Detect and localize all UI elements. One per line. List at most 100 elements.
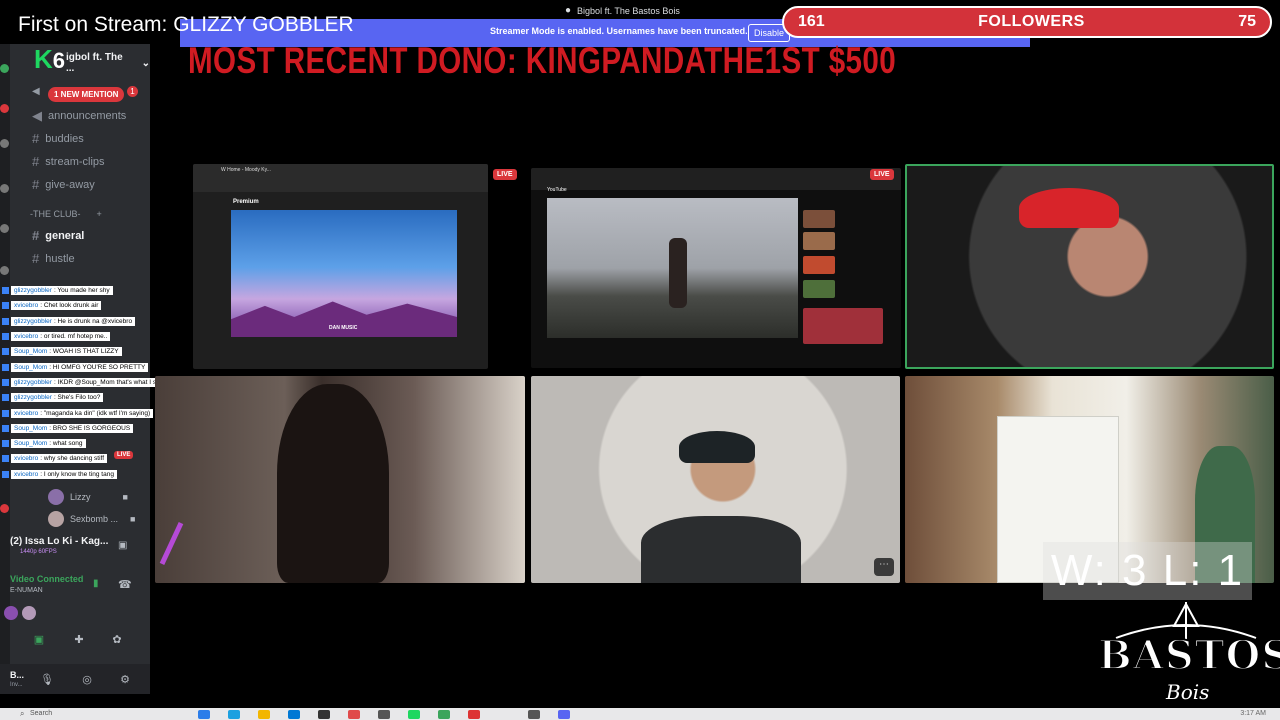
discord-logo-icon: ● <box>565 5 572 16</box>
new-mention-pill[interactable]: 1 NEW MENTION <box>48 87 125 102</box>
soundboard-icon[interactable]: ✿ <box>108 630 126 648</box>
channel-announcements[interactable]: ◀ announcements <box>32 108 126 124</box>
chat-message: xvicebro: or tired. mf hotep me.. <box>2 329 182 344</box>
app-icon[interactable] <box>228 710 240 719</box>
browser-toolbar: W Home - Moody Ky... <box>193 164 488 192</box>
app-icon[interactable] <box>288 710 300 719</box>
camera-icon: ■ <box>130 514 136 524</box>
badge-icon <box>2 363 9 371</box>
followers-left-count: 161 <box>798 13 825 30</box>
stream-quality: 1440p 60FPS <box>20 549 57 555</box>
badge-icon <box>2 287 9 295</box>
app-icon[interactable] <box>378 710 390 719</box>
logo-sub: Bois <box>1166 680 1210 704</box>
badge-icon <box>2 378 9 386</box>
chat-username: xvicebro <box>14 333 39 341</box>
discord-icon[interactable] <box>558 710 570 719</box>
chat-bubble: xvicebro: why she dancing stiff <box>11 454 108 464</box>
chat-username: glizzygobbler <box>14 287 52 295</box>
server-icon[interactable] <box>0 104 9 113</box>
app-icon[interactable] <box>528 710 540 719</box>
youtube-logo: YouTube <box>547 187 567 193</box>
badge-icon <box>2 348 9 356</box>
channel-buddies[interactable]: # buddies <box>32 131 84 146</box>
badge-icon <box>2 317 9 325</box>
taskbar-search[interactable]: Search <box>30 710 52 717</box>
chat-text: : She's Filo too? <box>53 394 101 402</box>
webcam-tile-girl[interactable] <box>155 376 525 583</box>
dancer <box>669 238 687 308</box>
server-icon[interactable] <box>0 504 9 513</box>
spotify-icon[interactable] <box>408 710 420 719</box>
chat-bubble: glizzygobbler: You made her shy <box>11 286 113 296</box>
folder-icon[interactable] <box>258 710 270 719</box>
recent-donation: MOST RECENT DONO: KINGPANDATHE1ST $500 <box>188 40 897 81</box>
search-icon[interactable]: ⌕ <box>20 709 24 719</box>
chat-bubble: Soup_Mom: WOAH IS THAT LIZZY <box>11 347 122 357</box>
app-icon[interactable] <box>198 710 210 719</box>
voice-user-lizzy[interactable]: Lizzy ■ <box>48 489 128 505</box>
chat-username: glizzygobbler <box>14 378 52 386</box>
plus-icon[interactable]: + <box>97 209 102 219</box>
voice-controls: ▣ ✚ ✿ <box>0 630 150 652</box>
chevron-down-icon: ⌄ <box>141 57 150 69</box>
signal-icon: ▮ <box>93 578 99 589</box>
channel-label: hustle <box>45 252 75 265</box>
webcam-tile-red-cap[interactable] <box>905 164 1274 369</box>
chat-username: xvicebro <box>14 470 39 478</box>
channel-label: stream-clips <box>45 155 105 168</box>
category-the-club[interactable]: -THE CLUB- + <box>30 209 102 219</box>
app-icon[interactable] <box>438 710 450 719</box>
more-options-button[interactable]: ⋯ <box>874 558 894 576</box>
microphone-icon[interactable]: 🎙 <box>38 670 56 688</box>
server-icon[interactable] <box>0 139 9 148</box>
app-icon[interactable] <box>348 710 360 719</box>
screen-share-tile-2[interactable]: YouTube <box>531 168 901 368</box>
channel-general[interactable]: # general <box>32 228 84 243</box>
server-name: igbol ft. The ... <box>66 52 123 74</box>
headphones-icon[interactable]: ◎ <box>78 670 96 688</box>
voice-user-sexbomb[interactable]: Sexbomb ... ■ <box>48 511 135 527</box>
badge-icon <box>2 424 9 432</box>
user-status: Inv... <box>10 682 23 688</box>
voice-status: Video Connected <box>10 574 84 584</box>
chat-message: glizzygobbler: He is drunk na @xvicebro <box>2 314 182 329</box>
screen-share-icon[interactable]: ▣ <box>118 540 127 551</box>
channel-label: announcements <box>48 110 127 122</box>
server-header[interactable]: igbol ft. The ... ⌄ <box>10 44 150 82</box>
window-title-text: Bigbol ft. The Bastos Bois <box>577 5 680 16</box>
hash-icon: # <box>32 154 40 169</box>
server-icon[interactable] <box>0 266 9 275</box>
chat-message: Soup_Mom: HI OMFG YOU'RE SO PRETTY <box>2 359 182 374</box>
channel-hustle[interactable]: # hustle <box>32 251 75 266</box>
chat-bubble: xvicebro: or tired. mf hotep me.. <box>11 332 111 342</box>
chat-bubble: glizzygobbler: IKDR @Soup_Mom that's wha… <box>11 377 168 387</box>
app-icon[interactable] <box>468 710 480 719</box>
camera-icon[interactable]: ▣ <box>30 630 48 648</box>
taskbar-clock: 3:17 AM <box>1240 710 1266 717</box>
mention-count-badge: 1 <box>127 86 138 97</box>
channel-give-away[interactable]: # give-away <box>32 177 95 192</box>
activities-icon[interactable]: ✚ <box>70 630 88 648</box>
first-on-stream: First on Stream: GLIZZY GOBBLER <box>18 13 354 36</box>
server-icon[interactable] <box>0 224 9 233</box>
screen-share-tile-1[interactable]: W Home - Moody Ky... Premium DAN MUSIC <box>193 164 488 369</box>
voice-user-name: Sexbomb ... <box>70 514 119 524</box>
chat-bubble: glizzygobbler: He is drunk na @xvicebro <box>11 316 136 326</box>
chat-text: : why she dancing stiff <box>40 455 105 463</box>
server-icon[interactable] <box>0 64 9 73</box>
video-caption: DAN MUSIC <box>329 325 358 331</box>
jacket <box>641 516 801 583</box>
disconnect-icon[interactable]: ☎ <box>118 578 132 591</box>
chat-username: xvicebro <box>14 455 39 463</box>
server-badge: K6 <box>34 44 66 74</box>
server-icon[interactable] <box>0 184 9 193</box>
gear-icon[interactable]: ⚙ <box>116 670 134 688</box>
webcam-tile-man[interactable] <box>531 376 900 583</box>
channel-stream-clips[interactable]: # stream-clips <box>32 154 105 169</box>
chat-username: xvicebro <box>14 409 39 417</box>
hash-icon: # <box>32 228 40 243</box>
chat-message: xvicebro: Chet look drunk air <box>2 298 182 313</box>
terminal-icon[interactable] <box>318 710 330 719</box>
browser-toolbar <box>531 168 901 190</box>
